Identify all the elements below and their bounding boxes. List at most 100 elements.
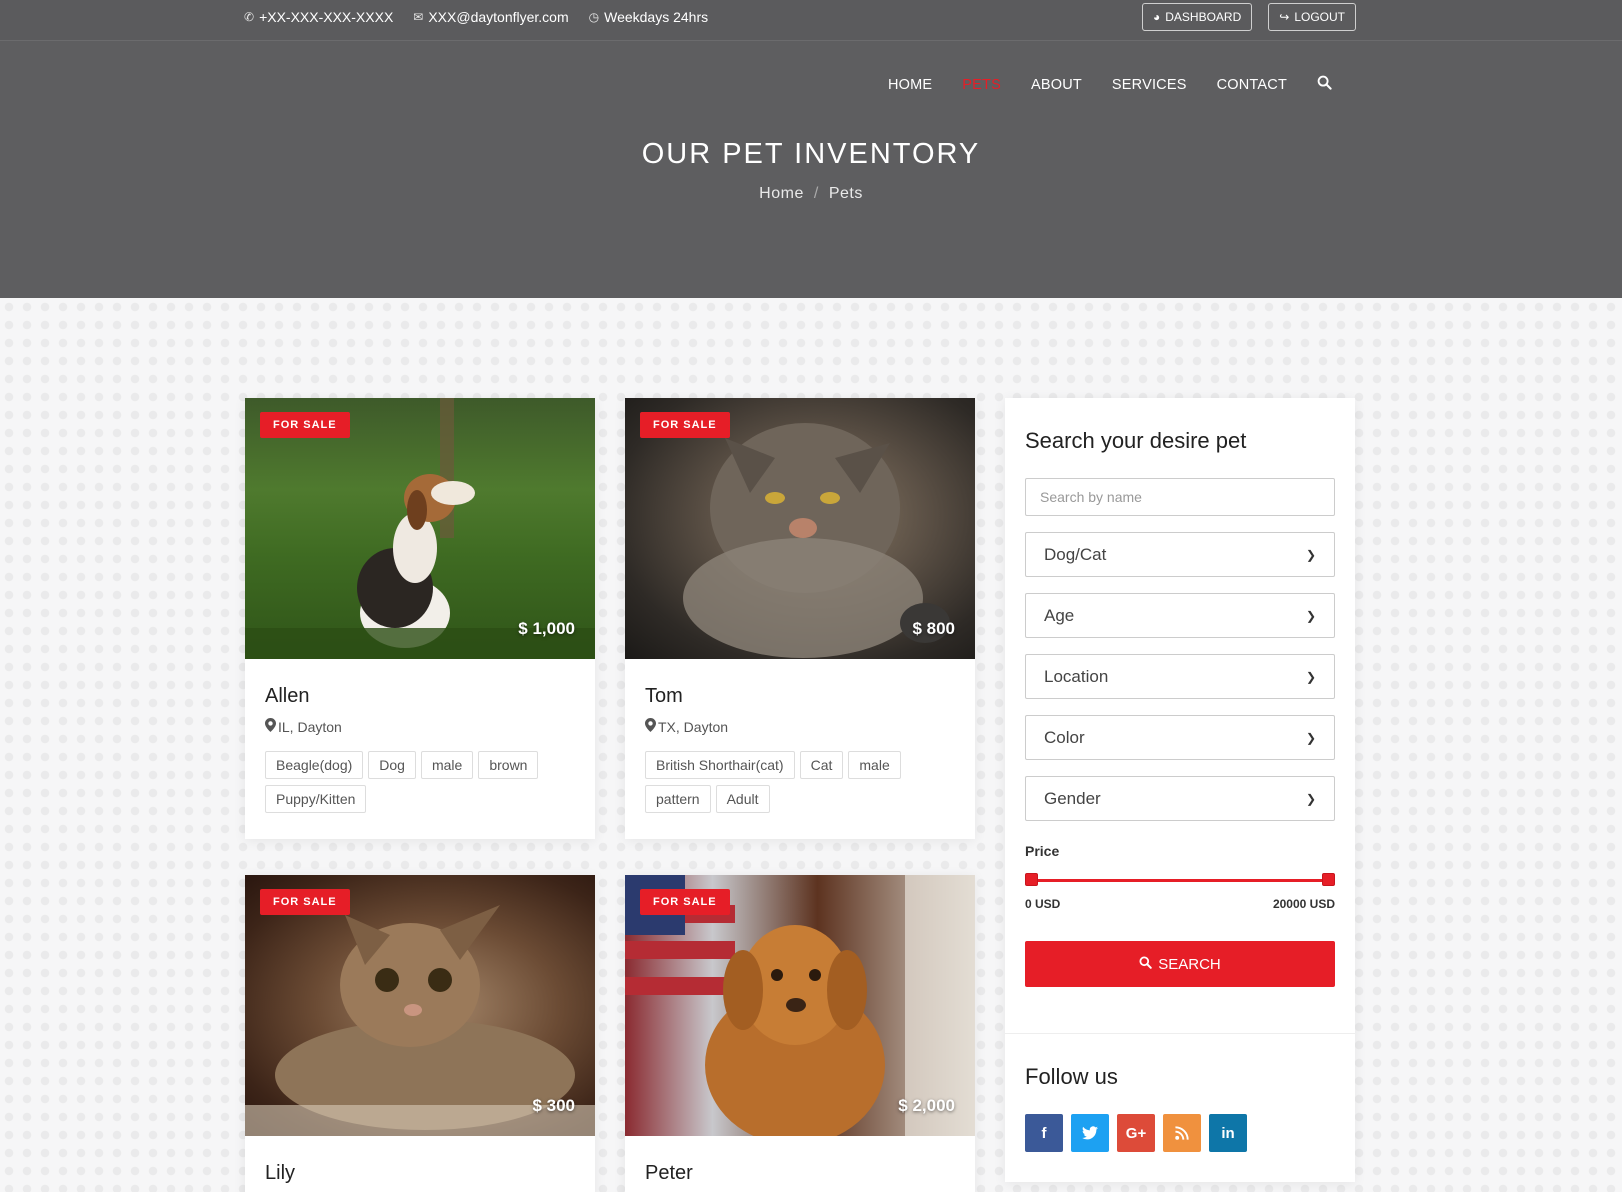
for-sale-badge: FOR SALE	[640, 889, 730, 915]
chevron-down-icon: ❯	[1305, 791, 1316, 806]
tag-gender[interactable]: male	[420, 751, 474, 779]
tag-age[interactable]: Adult	[715, 785, 770, 813]
chevron-down-icon: ❯	[1305, 547, 1316, 562]
nav-pets[interactable]: PETS	[962, 77, 1001, 93]
for-sale-badge: FOR SALE	[260, 889, 350, 915]
phone-text: +XX-XXX-XXX-XXXX	[259, 9, 394, 25]
price-max-label: 20000 USD	[1272, 897, 1335, 911]
search-sidebar: Search your desire pet Search by name Do…	[1005, 398, 1355, 1182]
pet-card[interactable]: FOR SALE $ 300 Lily	[245, 875, 595, 1192]
search-widget-title: Search your desire pet	[1025, 428, 1247, 453]
tag-gender[interactable]: male	[848, 751, 901, 779]
price-max-handle[interactable]	[1322, 873, 1335, 886]
pet-card-body: Peter	[625, 1136, 975, 1192]
breadcrumb-current: Pets	[828, 185, 863, 202]
pet-name[interactable]: Tom	[645, 685, 955, 708]
pet-location-text: IL, Dayton	[278, 718, 342, 735]
phone-item: ✆ +XX-XXX-XXX-XXXX	[244, 9, 393, 25]
envelope-icon: ✉	[413, 10, 424, 24]
breadcrumb-home[interactable]: Home	[759, 185, 804, 203]
pet-card-body: Lily	[245, 1136, 595, 1192]
pet-price: $ 2,000	[898, 1096, 955, 1115]
pet-location: TX, Dayton	[645, 718, 955, 735]
chevron-down-icon: ❯	[1305, 669, 1316, 684]
breadcrumb-separator: /	[813, 185, 819, 202]
hours-text: Weekdays 24hrs	[604, 9, 709, 25]
pet-photo[interactable]: FOR SALE $ 2,000	[625, 875, 975, 1136]
google-plus-icon[interactable]: G+	[1117, 1114, 1155, 1152]
location-select-value: Location	[1044, 666, 1109, 686]
email-text[interactable]: XXX@daytonflyer.com	[428, 9, 568, 25]
nav-services[interactable]: SERVICES	[1112, 77, 1187, 93]
pet-card-body: Tom TX, Dayton British Shorthair(cat) Ca…	[625, 659, 975, 839]
type-select-value: Dog/Cat	[1044, 544, 1107, 564]
pet-name[interactable]: Lily	[265, 1162, 575, 1185]
age-select[interactable]: Age ❯	[1025, 593, 1335, 638]
pet-card[interactable]: FOR SALE $ 1,000 Allen IL, Dayton Beagle…	[245, 398, 595, 839]
gender-select-value: Gender	[1044, 788, 1101, 808]
pet-photo[interactable]: FOR SALE $ 800	[625, 398, 975, 659]
logout-button[interactable]: ↪ LOGOUT	[1268, 3, 1356, 31]
nav-home[interactable]: HOME	[888, 77, 932, 93]
price-range-track	[1030, 879, 1330, 882]
for-sale-badge: FOR SALE	[640, 412, 730, 438]
pet-card[interactable]: FOR SALE $ 2,000 Peter	[625, 875, 975, 1192]
pet-price: $ 800	[912, 619, 955, 638]
gender-select[interactable]: Gender ❯	[1025, 776, 1335, 821]
color-select-value: Color	[1044, 727, 1085, 747]
rss-icon[interactable]	[1163, 1114, 1201, 1152]
pet-tags: British Shorthair(cat) Cat male pattern …	[645, 751, 955, 813]
chevron-down-icon: ❯	[1305, 608, 1316, 623]
nav-contact[interactable]: CONTACT	[1217, 77, 1287, 93]
pet-name[interactable]: Allen	[265, 685, 575, 708]
email-item[interactable]: ✉ XXX@daytonflyer.com	[413, 9, 568, 25]
search-button[interactable]: SEARCH	[1025, 941, 1335, 987]
dashboard-button[interactable]: ◕ DASHBOARD	[1142, 3, 1253, 31]
nav-about[interactable]: ABOUT	[1031, 77, 1082, 93]
breadcrumb: Home / Pets	[0, 185, 1622, 203]
hours-item: ◷ Weekdays 24hrs	[589, 9, 709, 25]
follow-us-title: Follow us	[1025, 1064, 1118, 1089]
search-icon	[1139, 955, 1152, 973]
linkedin-icon[interactable]: in	[1209, 1114, 1247, 1152]
pet-photo[interactable]: FOR SALE $ 300	[245, 875, 595, 1136]
search-icon[interactable]	[1317, 75, 1332, 94]
account-buttons: ◕ DASHBOARD ↪ LOGOUT	[1142, 3, 1356, 31]
tag-type[interactable]: Dog	[368, 751, 416, 779]
facebook-icon[interactable]: f	[1025, 1114, 1063, 1152]
tag-color[interactable]: brown	[478, 751, 539, 779]
page-hero: OUR PET INVENTORY Home / Pets	[0, 126, 1622, 298]
social-links: f G+ in	[1005, 1114, 1355, 1152]
phone-icon: ✆	[244, 10, 255, 24]
tag-breed[interactable]: Beagle(dog)	[265, 751, 364, 779]
top-bar: ✆ +XX-XXX-XXX-XXXX ✉ XXX@daytonflyer.com…	[0, 0, 1622, 41]
dashboard-icon: ◕	[1153, 10, 1161, 24]
main-nav: HOME PETS ABOUT SERVICES CONTACT	[888, 75, 1332, 94]
search-by-name-input[interactable]: Search by name	[1025, 478, 1335, 516]
pet-card[interactable]: FOR SALE $ 800 Tom TX, Dayton British Sh…	[625, 398, 975, 839]
search-widget: Search your desire pet Search by name Do…	[1005, 398, 1355, 987]
pet-price: $ 300	[532, 1096, 575, 1115]
pet-location-text: TX, Dayton	[658, 718, 729, 735]
search-input-placeholder: Search by name	[1040, 489, 1142, 505]
tag-type[interactable]: Cat	[799, 751, 844, 779]
price-range-slider[interactable]	[1025, 873, 1335, 887]
chevron-down-icon: ❯	[1305, 730, 1316, 745]
type-select[interactable]: Dog/Cat ❯	[1025, 532, 1335, 577]
page-title: OUR PET INVENTORY	[641, 138, 981, 170]
pet-photo[interactable]: FOR SALE $ 1,000	[245, 398, 595, 659]
age-select-value: Age	[1044, 605, 1075, 625]
tag-breed[interactable]: British Shorthair(cat)	[645, 751, 795, 779]
tag-age[interactable]: Puppy/Kitten	[265, 785, 367, 813]
location-select[interactable]: Location ❯	[1025, 654, 1335, 699]
dashboard-label: DASHBOARD	[1165, 10, 1242, 24]
map-marker-icon	[265, 718, 276, 735]
price-min-handle[interactable]	[1025, 873, 1038, 886]
tag-color[interactable]: pattern	[645, 785, 711, 813]
color-select[interactable]: Color ❯	[1025, 715, 1335, 760]
pet-name[interactable]: Peter	[645, 1162, 955, 1185]
pet-tags: Beagle(dog) Dog male brown Puppy/Kitten	[265, 751, 575, 813]
map-marker-icon	[645, 718, 656, 735]
pet-price: $ 1,000	[518, 619, 575, 638]
twitter-icon[interactable]	[1071, 1114, 1109, 1152]
